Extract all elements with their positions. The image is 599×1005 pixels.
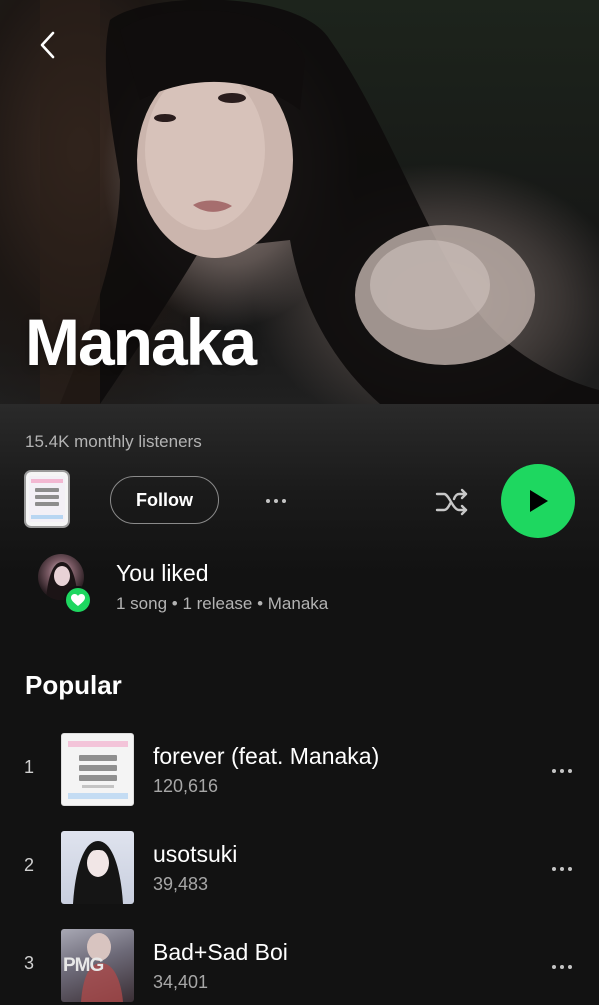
track-more-button[interactable] — [546, 955, 578, 979]
track-number: 1 — [24, 757, 35, 777]
more-dots-icon — [552, 867, 556, 871]
artist-release-thumbnail[interactable] — [24, 470, 70, 528]
album-art-icon — [67, 740, 128, 799]
track-more-button[interactable] — [546, 759, 578, 783]
album-art-icon — [29, 476, 65, 522]
track-title: Bad+Sad Boi — [153, 939, 288, 965]
liked-badge — [64, 586, 92, 614]
liked-subtitle: 1 song • 1 release • Manaka — [116, 594, 329, 613]
track-row[interactable]: 2 usotsuki 39,483 — [0, 831, 599, 907]
heart-icon — [71, 593, 85, 606]
track-artwork — [61, 831, 134, 904]
liked-title: You liked — [116, 560, 209, 586]
track-number: 2 — [24, 855, 35, 875]
track-artwork: PMG — [61, 929, 134, 1002]
track-more-button[interactable] — [546, 857, 578, 881]
play-button[interactable] — [501, 464, 575, 538]
back-chevron-icon — [40, 31, 55, 59]
popular-heading: Popular — [25, 670, 122, 700]
more-dots-icon — [552, 965, 556, 969]
follow-button[interactable]: Follow — [110, 476, 219, 524]
track-artwork — [61, 733, 134, 806]
track-plays: 34,401 — [153, 972, 209, 992]
track-number: 3 — [24, 953, 35, 973]
track-row[interactable]: 3 PMG Bad+Sad Boi 34,401 — [0, 929, 599, 1005]
more-dots-icon — [266, 499, 270, 503]
track-plays: 39,483 — [153, 874, 209, 894]
track-plays: 120,616 — [153, 776, 219, 796]
track-title: usotsuki — [153, 841, 238, 867]
back-button[interactable] — [30, 28, 64, 62]
more-dots-icon — [552, 769, 556, 773]
track-title: forever (feat. Manaka) — [153, 743, 380, 769]
monthly-listeners: 15.4K monthly listeners — [25, 432, 202, 451]
album-art-text: PMG — [63, 955, 104, 976]
shuffle-button[interactable] — [433, 482, 473, 522]
artist-content: 15.4K monthly listeners Follow You liked… — [0, 404, 599, 1003]
album-art-image — [73, 841, 123, 904]
more-options-button[interactable] — [258, 486, 294, 516]
artist-name: Manaka — [25, 305, 257, 379]
play-icon — [530, 490, 548, 512]
shuffle-icon — [435, 488, 468, 516]
artist-hero-image: Manaka — [0, 0, 599, 404]
liked-songs-row[interactable]: You liked 1 song • 1 release • Manaka — [38, 554, 558, 614]
track-row[interactable]: 1 forever (feat. Manaka) 120,616 — [0, 733, 599, 809]
